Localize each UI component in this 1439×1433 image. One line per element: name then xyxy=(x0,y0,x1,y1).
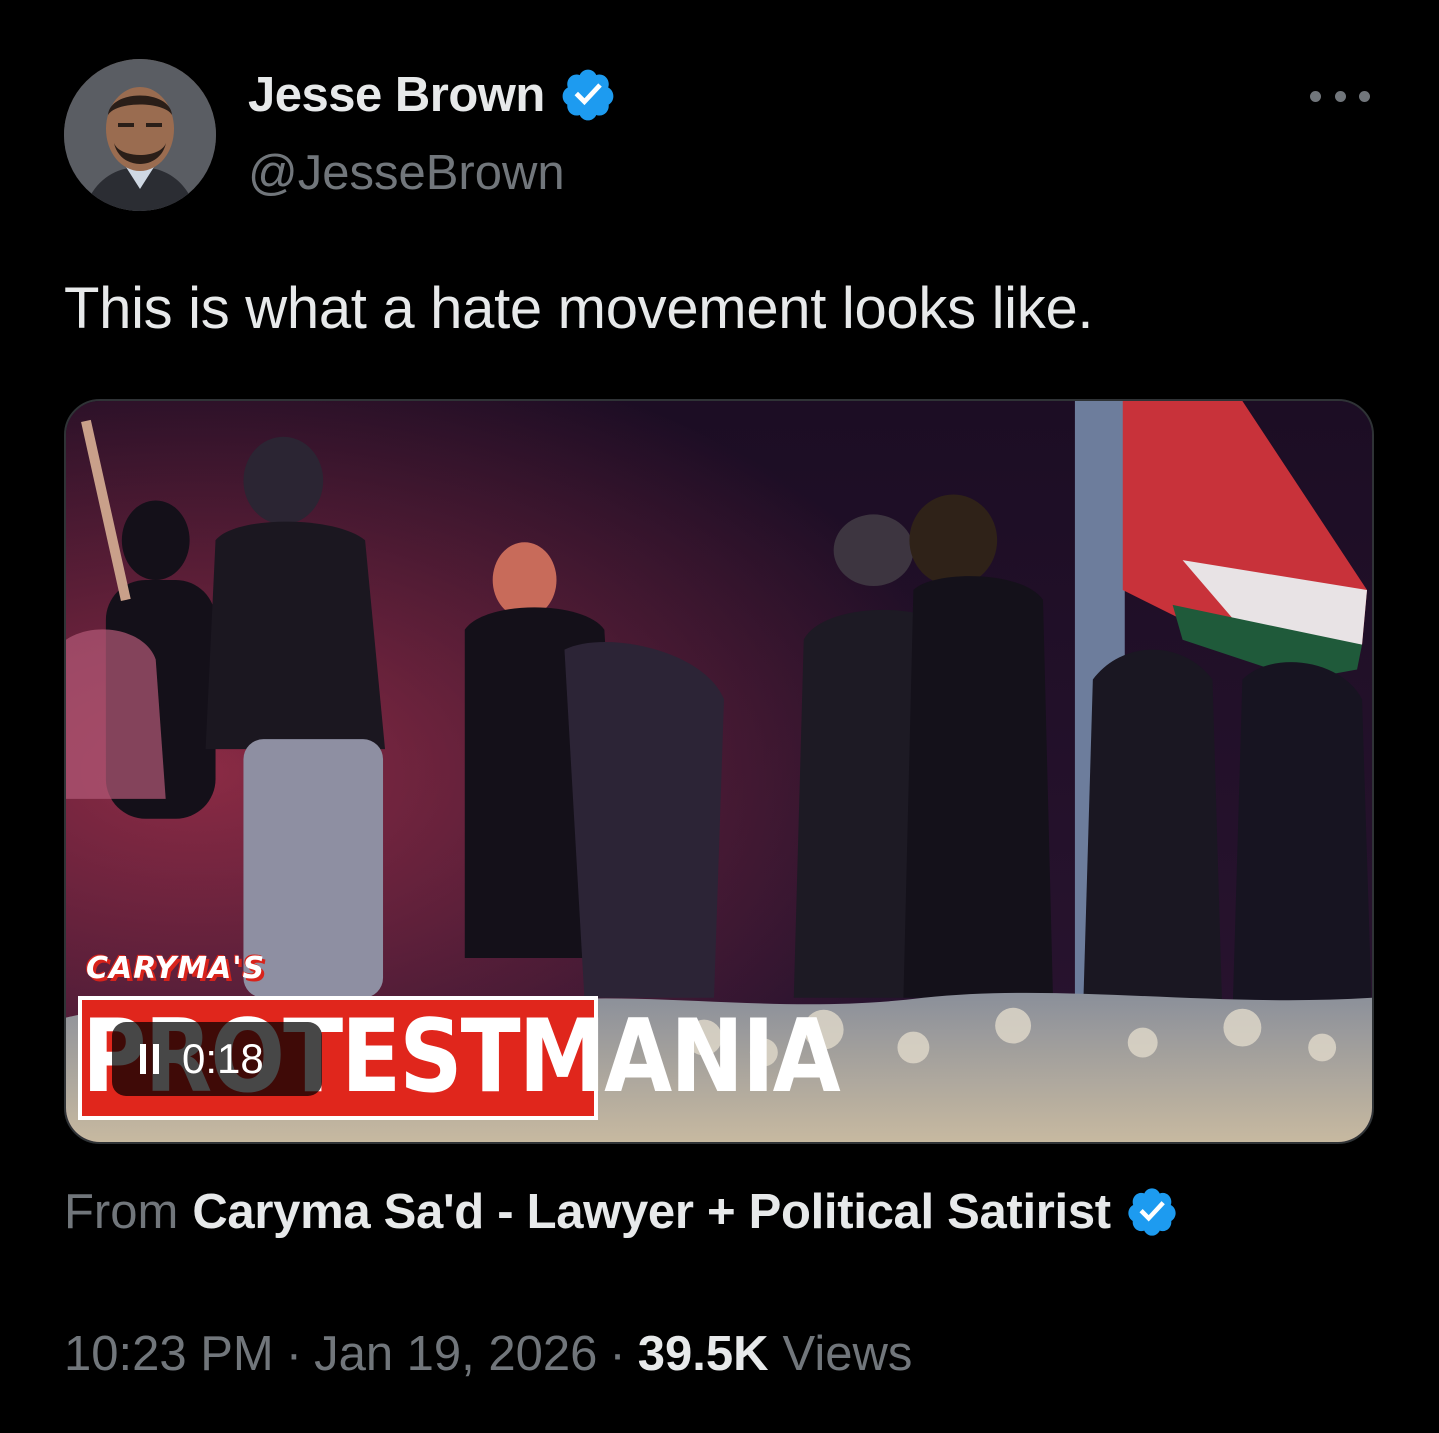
author-avatar[interactable] xyxy=(64,59,216,211)
pause-icon[interactable] xyxy=(140,1044,160,1074)
source-account-name[interactable]: Caryma Sa'd - Lawyer + Political Satiris… xyxy=(192,1184,1111,1240)
watermark-small-text: CARYMA'S xyxy=(86,951,266,986)
video-time: 0:18 xyxy=(182,1035,264,1082)
video-player[interactable]: CARYMA'S PROTESTMANIA 0:18 xyxy=(64,399,1374,1144)
avatar-image xyxy=(64,59,216,211)
tweet-text: This is what a hate movement looks like. xyxy=(64,276,1094,341)
separator: · xyxy=(609,1327,626,1381)
tweet-metadata: 10:23 PM · Jan 19, 2026 · 39.5K Views xyxy=(64,1326,912,1382)
dot xyxy=(1359,90,1370,102)
views-count[interactable]: 39.5K xyxy=(638,1326,769,1382)
video-source-attribution: From Caryma Sa'd - Lawyer + Political Sa… xyxy=(64,1184,1179,1240)
dot xyxy=(1310,90,1321,102)
from-label: From xyxy=(64,1185,179,1239)
tweet-date[interactable]: Jan 19, 2026 xyxy=(314,1326,597,1382)
verified-badge-icon xyxy=(1125,1185,1179,1239)
dot xyxy=(1334,90,1346,102)
views-label: Views xyxy=(782,1327,913,1381)
author-handle[interactable]: @JesseBrown xyxy=(248,145,565,201)
separator: · xyxy=(285,1327,303,1381)
more-options-icon[interactable] xyxy=(1310,84,1370,108)
author-name-row: Jesse Brown xyxy=(248,66,617,124)
author-name[interactable]: Jesse Brown xyxy=(248,67,545,123)
tweet-time[interactable]: 10:23 PM xyxy=(64,1326,274,1382)
verified-badge-icon xyxy=(559,66,617,124)
video-timer[interactable]: 0:18 xyxy=(112,1022,322,1096)
